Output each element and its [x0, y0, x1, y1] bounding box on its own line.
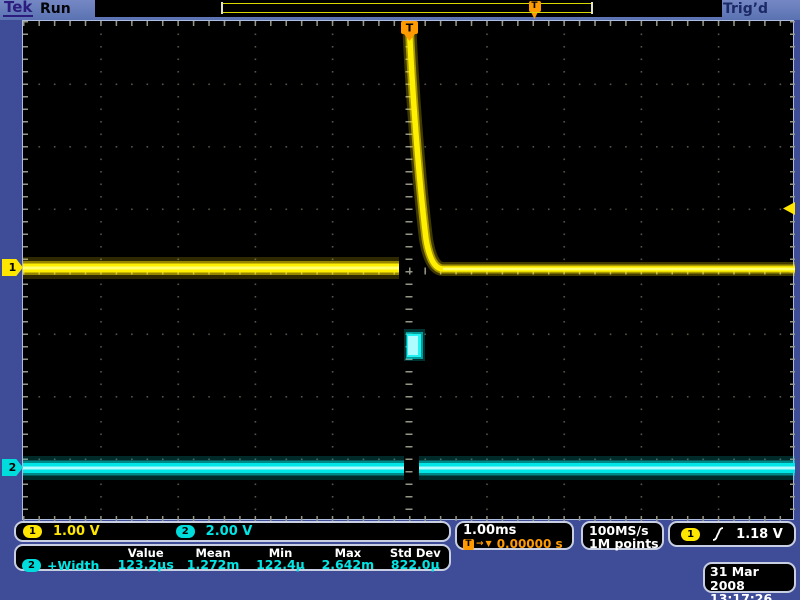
acquisition-status: Run: [40, 1, 71, 17]
trigger-level: 1.18 V: [736, 527, 783, 542]
measurement-source-badge: 2: [22, 559, 41, 572]
record-view-bar[interactable]: T ▼: [222, 3, 592, 13]
ch1-scale: 1.00 V: [53, 524, 100, 539]
trigger-t-icon: T: [406, 22, 414, 35]
ch1-position-marker[interactable]: 1: [2, 259, 23, 276]
record-end-bracket: [591, 2, 593, 14]
ch2-position-marker[interactable]: 2: [2, 459, 23, 476]
record-trigger-position-marker[interactable]: T ▼: [528, 1, 541, 19]
trigger-source-badge: 1: [681, 528, 700, 541]
record-view-area: T ▼: [95, 0, 722, 17]
top-status-bar: Tek Run T ▼ Trig’d: [0, 0, 800, 20]
datetime-readout: 31 Mar 2008 13:17:26: [703, 562, 796, 593]
measurement-min: 122.4µ: [247, 559, 314, 572]
time-label: 13:17:26: [710, 592, 794, 600]
timebase-scale: 1.00ms: [463, 524, 572, 537]
down-triangle-icon: ▼: [528, 12, 541, 19]
date-label: 31 Mar 2008: [710, 565, 794, 592]
waveform-plot: T: [23, 21, 795, 521]
trigger-readout[interactable]: 1 1.18 V: [668, 521, 796, 547]
oscilloscope-screen: Tek Run T ▼ Trig’d: [0, 0, 800, 600]
measurement-readout[interactable]: Value Mean Min Max Std Dev 2 +Width 123.…: [14, 544, 451, 571]
measurement-row: 2 +Width 123.2µs 1.272m 122.4µ 2.642m 82…: [16, 559, 449, 572]
measurement-max: 2.642m: [314, 559, 381, 572]
trigger-t-icon: T: [463, 539, 474, 550]
ch2-badge: 2: [176, 525, 195, 538]
horizontal-position: 0.00000 s: [497, 538, 563, 550]
trigger-status: Trig’d: [723, 1, 768, 17]
rising-edge-icon: [712, 527, 724, 541]
channel-scale-readout[interactable]: 1 1.00 V 2 2.00 V: [14, 521, 451, 542]
measurement-name: +Width: [47, 560, 99, 572]
acquisition-readout[interactable]: 100MS/s 1M points: [581, 521, 664, 550]
arrow-right-icon: →: [476, 538, 484, 550]
record-start-bracket: [221, 2, 223, 14]
down-triangle-icon: ▼: [486, 538, 492, 550]
horizontal-readout[interactable]: 1.00ms T → ▼ 0.00000 s: [455, 521, 574, 550]
measurement-mean: 1.272m: [179, 559, 246, 572]
graticule-display: T: [22, 20, 794, 520]
ch2-pulse-artifact: [404, 329, 425, 361]
ch1-badge: 1: [23, 525, 42, 538]
tek-logo: Tek: [3, 0, 33, 17]
measurement-stddev: 822.0µ: [382, 559, 449, 572]
ch2-scale: 2.00 V: [206, 524, 253, 539]
measurement-value: 123.2µs: [112, 559, 179, 572]
record-length: 1M points: [589, 537, 662, 550]
